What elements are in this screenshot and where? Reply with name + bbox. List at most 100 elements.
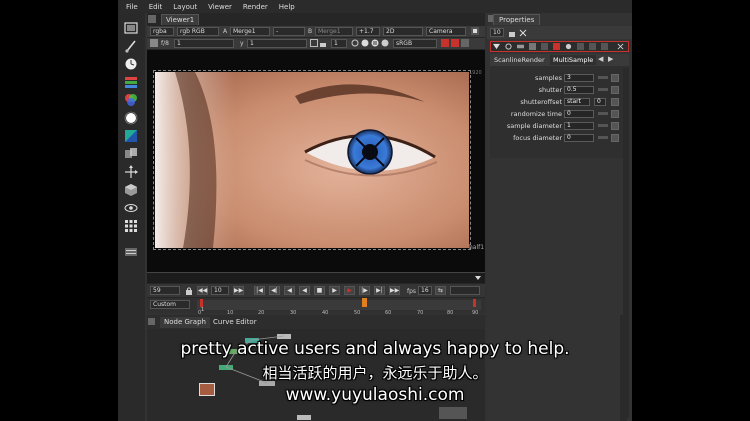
collapse-icon[interactable] [493,43,500,50]
center-node-icon[interactable] [505,43,512,50]
in-point-marker[interactable] [200,299,203,307]
help-icon[interactable] [589,43,596,50]
shutter-field[interactable]: 0.5 [564,86,594,94]
views-eye-icon[interactable] [124,201,138,215]
proxy-icon[interactable] [320,39,328,47]
current-frame-field[interactable]: 59 [150,286,180,295]
playback-mode-button[interactable]: ⇆ [435,286,446,295]
shutteroffset-dropdown[interactable]: start [564,98,590,106]
panel-menu-icon[interactable] [148,15,156,23]
samples-field[interactable]: 3 [564,74,594,82]
viewer-settings-icon[interactable] [471,27,479,35]
playhead-marker[interactable] [362,298,367,307]
sample-diameter-field[interactable]: 1 [564,122,594,130]
channels-dropdown[interactable]: rgba [150,27,174,36]
increment-field[interactable]: 10 [211,286,229,295]
menu-layout[interactable]: Layout [173,3,197,11]
out-point-marker[interactable] [473,299,476,307]
compare-operation-dropdown[interactable]: - [273,27,305,36]
randomize-time-slider[interactable] [598,112,608,115]
redo-icon[interactable] [565,43,572,50]
a-input-dropdown[interactable]: Merge1 [230,27,270,36]
input-icon[interactable] [517,43,524,50]
filter-blur-icon[interactable] [124,111,138,125]
animation-menu-icon[interactable] [611,110,619,118]
color-icon[interactable] [529,43,536,50]
record-red-icon[interactable] [441,39,449,47]
close-icon[interactable] [617,43,624,50]
sample-diameter-slider[interactable] [598,124,608,127]
randomize-time-field[interactable]: 0 [564,110,594,118]
overlay-icon[interactable] [461,39,469,47]
first-frame-button[interactable]: |◀ [254,286,265,295]
step-back-increment-button[interactable]: ◀◀ [197,286,208,295]
next-keyframe-button[interactable]: |▶ [359,286,370,295]
lock-icon[interactable] [185,287,193,295]
channel-stripes-icon[interactable] [124,75,138,89]
viewer-canvas[interactable]: half1 1920 [147,50,485,280]
menu-file[interactable]: File [126,3,138,11]
tab-scroll-left-icon[interactable]: ◀ [598,55,603,63]
gamma-field[interactable]: 1 [247,39,307,48]
lock-icon[interactable] [508,29,516,37]
previous-keyframe-button[interactable]: ◀| [269,286,280,295]
image-node-icon[interactable] [124,21,138,35]
menu-viewer[interactable]: Viewer [208,3,232,11]
shutter-slider[interactable] [598,88,608,91]
gain-field[interactable]: 1 [174,39,234,48]
end-frame-field[interactable] [450,286,480,295]
tab-viewer1[interactable]: Viewer1 [161,14,200,25]
tab-multisample[interactable]: MultiSample [550,55,597,65]
float-icon[interactable] [601,43,608,50]
proxy-dropdown[interactable]: 1 [331,39,347,48]
max-panels-field[interactable]: 10 [490,28,504,37]
b-input-dropdown[interactable]: Merge1 [315,27,353,36]
view-mode-dropdown[interactable]: 2D [383,27,423,36]
3d-cube-icon[interactable] [124,183,138,197]
frame-range-dropdown[interactable]: Custom [150,300,190,309]
keyer-icon[interactable] [124,129,138,143]
tab-node-graph[interactable]: Node Graph [160,317,210,328]
animation-menu-icon[interactable] [611,98,619,106]
layer-dropdown[interactable]: rgb RGB [177,27,219,36]
other-nodes-icon[interactable] [124,245,138,259]
roi-icon[interactable] [310,39,318,47]
timeline-track[interactable] [197,300,481,310]
shutteroffset-custom-field[interactable]: 0 [594,98,606,106]
tab-scroll-right-icon[interactable]: ▶ [608,55,613,63]
time-clock-icon[interactable] [124,57,138,71]
color-pick-icon[interactable] [150,39,158,47]
last-frame-button[interactable]: ▶| [374,286,385,295]
fps-field[interactable]: 16 [418,286,432,295]
animation-menu-icon[interactable] [611,86,619,94]
samples-slider[interactable] [598,76,608,79]
metadata-grid-icon[interactable] [124,219,138,233]
timeline-scrubber[interactable]: Custom 1 0 10 20 30 40 50 60 70 80 90 [147,298,485,316]
panel-menu-icon[interactable] [148,318,155,325]
focus-diameter-slider[interactable] [598,136,608,139]
chevron-down-icon[interactable] [475,275,481,281]
play-backward-button[interactable]: ◀ [299,286,310,295]
transform-icon[interactable] [124,165,138,179]
animation-menu-icon[interactable] [611,134,619,142]
menu-help[interactable]: Help [279,3,295,11]
merge-icon[interactable] [124,147,138,161]
animation-menu-icon[interactable] [611,74,619,82]
next-frame-button[interactable]: ▶ [344,286,355,295]
revert-icon[interactable] [577,43,584,50]
flag-red-icon[interactable] [451,39,459,47]
input-process-icon[interactable] [381,39,389,47]
tab-curve-editor[interactable]: Curve Editor [209,317,261,328]
clip-warning-icon[interactable] [351,39,359,47]
camera-dropdown[interactable]: Camera [426,27,466,36]
undo-icon[interactable] [553,43,560,50]
paused-icon[interactable] [371,39,379,47]
fx-icon[interactable] [541,43,548,50]
play-forward-button[interactable]: ▶ [329,286,340,295]
color-wheel-icon[interactable] [124,93,138,107]
tab-properties[interactable]: Properties [493,14,541,25]
viewer-lut-dropdown[interactable]: sRGB [393,39,437,48]
focus-diameter-field[interactable]: 0 [564,134,594,142]
loop-button[interactable]: ▶▶ [389,286,400,295]
step-forward-increment-button[interactable]: ▶▶ [233,286,244,295]
